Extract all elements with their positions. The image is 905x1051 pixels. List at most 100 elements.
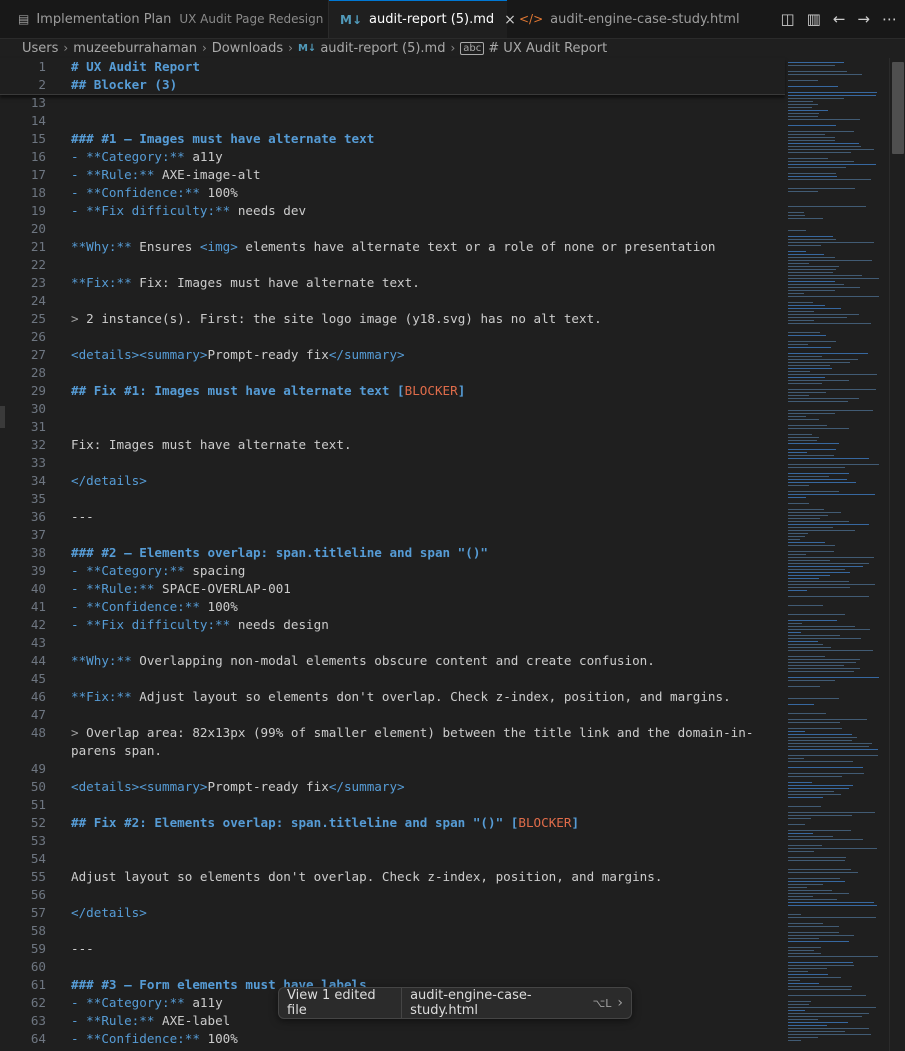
breadcrumb-item[interactable]: Users	[22, 41, 58, 56]
minimap[interactable]	[786, 58, 889, 1051]
code-line[interactable]: 36 ---	[0, 508, 785, 526]
code-line[interactable]: 58	[0, 922, 785, 940]
sticky-line[interactable]: 2 ## Blocker (3)	[0, 76, 785, 94]
code-line[interactable]: 46 **Fix:** Adjust layout so elements don…	[0, 688, 785, 706]
code-line[interactable]: 14	[0, 112, 785, 130]
code-line[interactable]: 29 ## Fix #1: Images must have alternate …	[0, 382, 785, 400]
code-line[interactable]: 40 - **Rule:** SPACE-OVERLAP-001	[0, 580, 785, 598]
open-file-button[interactable]: audit-engine-case-study.html ⌥L ›	[402, 988, 631, 1018]
line-text: - **Confidence:** 100%	[71, 1030, 238, 1048]
code-line[interactable]: 47	[0, 706, 785, 724]
code-line[interactable]: 23 **Fix:** Fix: Images must have alterna…	[0, 274, 785, 292]
layout-icon[interactable]: ▥	[807, 10, 821, 28]
minimap-line	[788, 440, 817, 441]
code-line[interactable]: 30	[0, 400, 785, 418]
code-line[interactable]: 44 **Why:** Overlapping non-modal element…	[0, 652, 785, 670]
line-number: 57	[30, 905, 46, 920]
split-editor-icon[interactable]: ◫	[780, 10, 794, 28]
code-line[interactable]: 60	[0, 958, 785, 976]
code-line[interactable]: 33	[0, 454, 785, 472]
code-line[interactable]: 34 </details>	[0, 472, 785, 490]
line-number: 45	[30, 671, 46, 686]
code-line[interactable]: 16 - **Category:** a11y	[0, 148, 785, 166]
minimap-line	[788, 398, 859, 399]
code-line[interactable]: 54	[0, 850, 785, 868]
code-line[interactable]: 24	[0, 292, 785, 310]
code-line[interactable]: 64 - **Confidence:** 100%	[0, 1030, 785, 1048]
code-line[interactable]: 19 - **Fix difficulty:** needs dev	[0, 202, 785, 220]
minimap-line	[788, 107, 812, 108]
code-line[interactable]: 21 **Why:** Ensures <img> elements have a…	[0, 238, 785, 256]
code-token: ### #2 — Elements overlap: span.titlelin…	[71, 545, 489, 560]
minimap-line	[788, 989, 851, 990]
code-line[interactable]: 43	[0, 634, 785, 652]
minimap-line	[788, 977, 841, 978]
code-line[interactable]: 15 ### #1 — Images must have alternate te…	[0, 130, 785, 148]
code-line[interactable]: 18 - **Confidence:** 100%	[0, 184, 785, 202]
minimap-line	[788, 746, 869, 747]
minimap-line	[788, 971, 808, 972]
more-icon[interactable]: ⋯	[882, 10, 897, 28]
minimap-line	[788, 311, 814, 312]
line-text: - **Confidence:** 100%	[71, 184, 238, 202]
code-line[interactable]: 53	[0, 832, 785, 850]
minimap-line	[788, 563, 869, 564]
breadcrumb-item[interactable]: # UX Audit Report	[488, 41, 607, 56]
minimap-line	[788, 257, 835, 258]
code-editor[interactable]: 1 # UX Audit Report 2 ## Blocker (3) 13 1…	[0, 58, 785, 1051]
code-line[interactable]: 52 ## Fix #2: Elements overlap: span.titl…	[0, 814, 785, 832]
back-arrow-icon[interactable]: ←	[833, 10, 846, 28]
code-line[interactable]: 48 > Overlap area: 82x13px (99% of smalle…	[0, 724, 785, 760]
minimap-line	[788, 731, 805, 732]
code-line[interactable]: 51	[0, 796, 785, 814]
code-token: Adjust layout so elements don't overlap.…	[71, 869, 663, 884]
forward-arrow-icon[interactable]: →	[857, 10, 870, 28]
minimap-line	[788, 419, 819, 420]
code-token: Prompt-ready fix	[207, 779, 329, 794]
code-line[interactable]: 22	[0, 256, 785, 274]
code-line[interactable]: 39 - **Category:** spacing	[0, 562, 785, 580]
code-line[interactable]: 42 - **Fix difficulty:** needs design	[0, 616, 785, 634]
line-text: Fix: Images must have alternate text.	[71, 436, 352, 454]
line-number: 55	[30, 869, 46, 884]
code-line[interactable]: 41 - **Confidence:** 100%	[0, 598, 785, 616]
tab-audit-engine-case-study[interactable]: </> audit-engine-case-study.html	[519, 0, 740, 38]
tab-implementation-plan[interactable]: ▤ Implementation Plan UX Audit Page Rede…	[18, 0, 328, 38]
minimap-line	[788, 158, 828, 159]
code-line[interactable]: 50 <details><summary>Prompt-ready fix</su…	[0, 778, 785, 796]
tab-audit-report[interactable]: M↓ audit-report (5).md ×	[329, 0, 516, 38]
code-line[interactable]: 17 - **Rule:** AXE-image-alt	[0, 166, 785, 184]
code-token: - **Fix difficulty:**	[71, 617, 231, 632]
view-edited-files-button[interactable]: View 1 edited file	[279, 988, 403, 1018]
code-line[interactable]: 27 <details><summary>Prompt-ready fix</su…	[0, 346, 785, 364]
code-line[interactable]: 57 </details>	[0, 904, 785, 922]
sticky-line[interactable]: 1 # UX Audit Report	[0, 58, 785, 76]
code-line[interactable]: 28	[0, 364, 785, 382]
vertical-scrollbar[interactable]	[889, 58, 905, 1051]
minimap-line	[788, 266, 839, 267]
breadcrumb-item[interactable]: Downloads	[212, 41, 283, 56]
code-line[interactable]: 20	[0, 220, 785, 238]
code-token: 100%	[199, 1031, 238, 1046]
code-line[interactable]: 49	[0, 760, 785, 778]
code-line[interactable]: 13	[0, 94, 785, 112]
breadcrumb-item[interactable]: muzeeburrahaman	[73, 41, 197, 56]
code-line[interactable]: 59 ---	[0, 940, 785, 958]
code-line[interactable]: 45	[0, 670, 785, 688]
code-line[interactable]: 37	[0, 526, 785, 544]
code-line[interactable]: 32 Fix: Images must have alternate text.	[0, 436, 785, 454]
breadcrumb-item[interactable]: audit-report (5).md	[320, 41, 445, 56]
code-line[interactable]: 55 Adjust layout so elements don't overla…	[0, 868, 785, 886]
code-line[interactable]: 38 ### #2 — Elements overlap: span.titlel…	[0, 544, 785, 562]
code-line[interactable]: 25 > 2 instance(s). First: the site logo …	[0, 310, 785, 328]
code-line[interactable]: 31	[0, 418, 785, 436]
code-token: spacing	[184, 563, 246, 578]
code-line[interactable]: 26	[0, 328, 785, 346]
minimap-line	[788, 434, 812, 435]
scrollbar-thumb[interactable]	[892, 62, 904, 154]
minimap-line	[788, 923, 823, 924]
code-token: <img>	[199, 239, 238, 254]
close-icon[interactable]: ×	[504, 12, 516, 28]
code-line[interactable]: 56	[0, 886, 785, 904]
code-line[interactable]: 35	[0, 490, 785, 508]
